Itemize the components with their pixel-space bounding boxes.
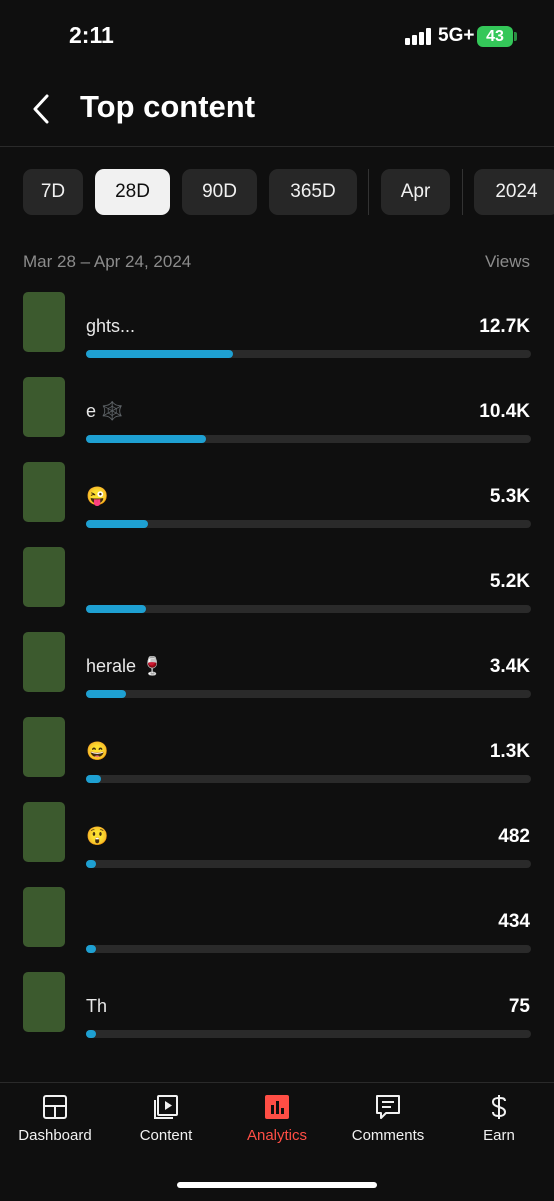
chip-28d[interactable]: 28D: [95, 169, 170, 215]
video-views: 434: [498, 911, 530, 932]
battery-tip: [514, 32, 517, 41]
video-title: ghts...: [86, 316, 136, 336]
video-views: 12.7K: [479, 316, 530, 337]
analytics-icon: [265, 1095, 289, 1119]
views-bar-track: [86, 350, 531, 358]
chip-365d[interactable]: 365D: [269, 169, 357, 215]
content-row[interactable]: 434: [0, 877, 554, 962]
chip-label: 7D: [40, 181, 66, 202]
nav-content[interactable]: Content: [111, 1093, 221, 1153]
video-views: 5.3K: [489, 486, 530, 507]
chip-90d[interactable]: 90D: [182, 169, 257, 215]
content-row[interactable]: 😲 482: [0, 792, 554, 877]
video-views: 5.2K: [489, 571, 530, 592]
video-views: 10.4K: [479, 401, 530, 422]
chip-separator: [462, 169, 463, 215]
views-column-label: Views: [484, 252, 530, 271]
nav-label: Analytics: [246, 1127, 308, 1144]
video-views: 75: [508, 996, 530, 1017]
views-bar-track: [86, 1030, 531, 1038]
nav-analytics[interactable]: Analytics: [222, 1093, 332, 1153]
nav-dashboard[interactable]: Dashboard: [0, 1093, 110, 1153]
content-row[interactable]: 5.2K: [0, 537, 554, 622]
earn-icon: [491, 1095, 507, 1119]
views-bar-fill: [86, 605, 147, 613]
video-thumbnail: [23, 292, 65, 352]
network-type: 5G+: [438, 25, 475, 46]
views-bar-fill: [86, 945, 96, 953]
chip-label: Apr: [400, 181, 431, 202]
video-views: 482: [498, 826, 530, 847]
views-bar-fill: [86, 520, 148, 528]
period-chips: 7D 28D 90D 365D Apr 2024: [0, 169, 554, 215]
views-bar-track: [86, 435, 531, 443]
content-row[interactable]: e 🕸️ 10.4K: [0, 367, 554, 452]
content-row[interactable]: 😜 5.3K: [0, 452, 554, 537]
content-row[interactable]: herale 🍷 3.4K: [0, 622, 554, 707]
video-thumbnail: [23, 887, 65, 947]
video-thumbnail: [23, 717, 65, 777]
nav-comments[interactable]: Comments: [333, 1093, 443, 1153]
views-bar-fill: [86, 1030, 96, 1038]
chip-separator: [368, 169, 369, 215]
status-bar: 2:11 5G+ 43: [0, 0, 554, 70]
chip-label: 28D: [115, 181, 150, 202]
header: Top content: [0, 76, 554, 146]
chip-7d[interactable]: 7D: [23, 169, 83, 215]
page-title: Top content: [80, 89, 256, 124]
content-icon: [154, 1095, 178, 1119]
video-title: 😲: [86, 826, 109, 846]
nav-label: Dashboard: [18, 1127, 92, 1144]
chip-apr[interactable]: Apr: [381, 169, 450, 215]
nav-label: Comments: [351, 1127, 425, 1144]
video-title: 😜: [86, 486, 109, 506]
chip-label: 90D: [202, 181, 237, 202]
video-title: Th: [86, 996, 108, 1016]
header-divider: [0, 146, 554, 147]
video-title: herale 🍷: [86, 656, 164, 676]
views-bar-fill: [86, 435, 207, 443]
video-thumbnail: [23, 547, 65, 607]
nav-label: Earn: [483, 1127, 515, 1144]
comments-icon: [376, 1095, 400, 1119]
video-title: 😄: [86, 741, 109, 761]
views-bar-track: [86, 775, 531, 783]
views-bar-fill: [86, 775, 101, 783]
status-time: 2:11: [69, 22, 114, 48]
video-thumbnail: [23, 632, 65, 692]
video-thumbnail: [23, 377, 65, 437]
chip-label: 365D: [290, 181, 336, 202]
battery-icon: 43: [477, 26, 513, 47]
chip-label: 2024: [495, 181, 538, 202]
signal-icon: [405, 28, 432, 45]
video-views: 1.3K: [489, 741, 530, 762]
content-row[interactable]: Th 75: [0, 962, 554, 1047]
content-row[interactable]: ghts... 12.7K: [0, 282, 554, 367]
views-bar-fill: [86, 350, 233, 358]
home-indicator: [177, 1182, 377, 1188]
video-views: 3.4K: [489, 656, 530, 677]
video-thumbnail: [23, 802, 65, 862]
date-range: Mar 28 – Apr 24, 2024: [23, 252, 192, 271]
battery-level: 43: [486, 27, 504, 45]
nav-earn[interactable]: Earn: [444, 1093, 554, 1153]
video-thumbnail: [23, 462, 65, 522]
dashboard-icon: [43, 1095, 67, 1119]
chip-2024[interactable]: 2024: [474, 169, 554, 215]
views-bar-fill: [86, 690, 126, 698]
video-thumbnail: [23, 972, 65, 1032]
content-row[interactable]: 😄 1.3K: [0, 707, 554, 792]
views-bar-track: [86, 520, 531, 528]
views-bar-track: [86, 860, 531, 868]
views-bar-track: [86, 945, 531, 953]
views-bar-track: [86, 605, 531, 613]
nav-label: Content: [139, 1127, 193, 1144]
video-title: e 🕸️: [86, 401, 124, 421]
back-arrow-icon[interactable]: [28, 93, 58, 125]
views-bar-fill: [86, 860, 96, 868]
views-bar-track: [86, 690, 531, 698]
